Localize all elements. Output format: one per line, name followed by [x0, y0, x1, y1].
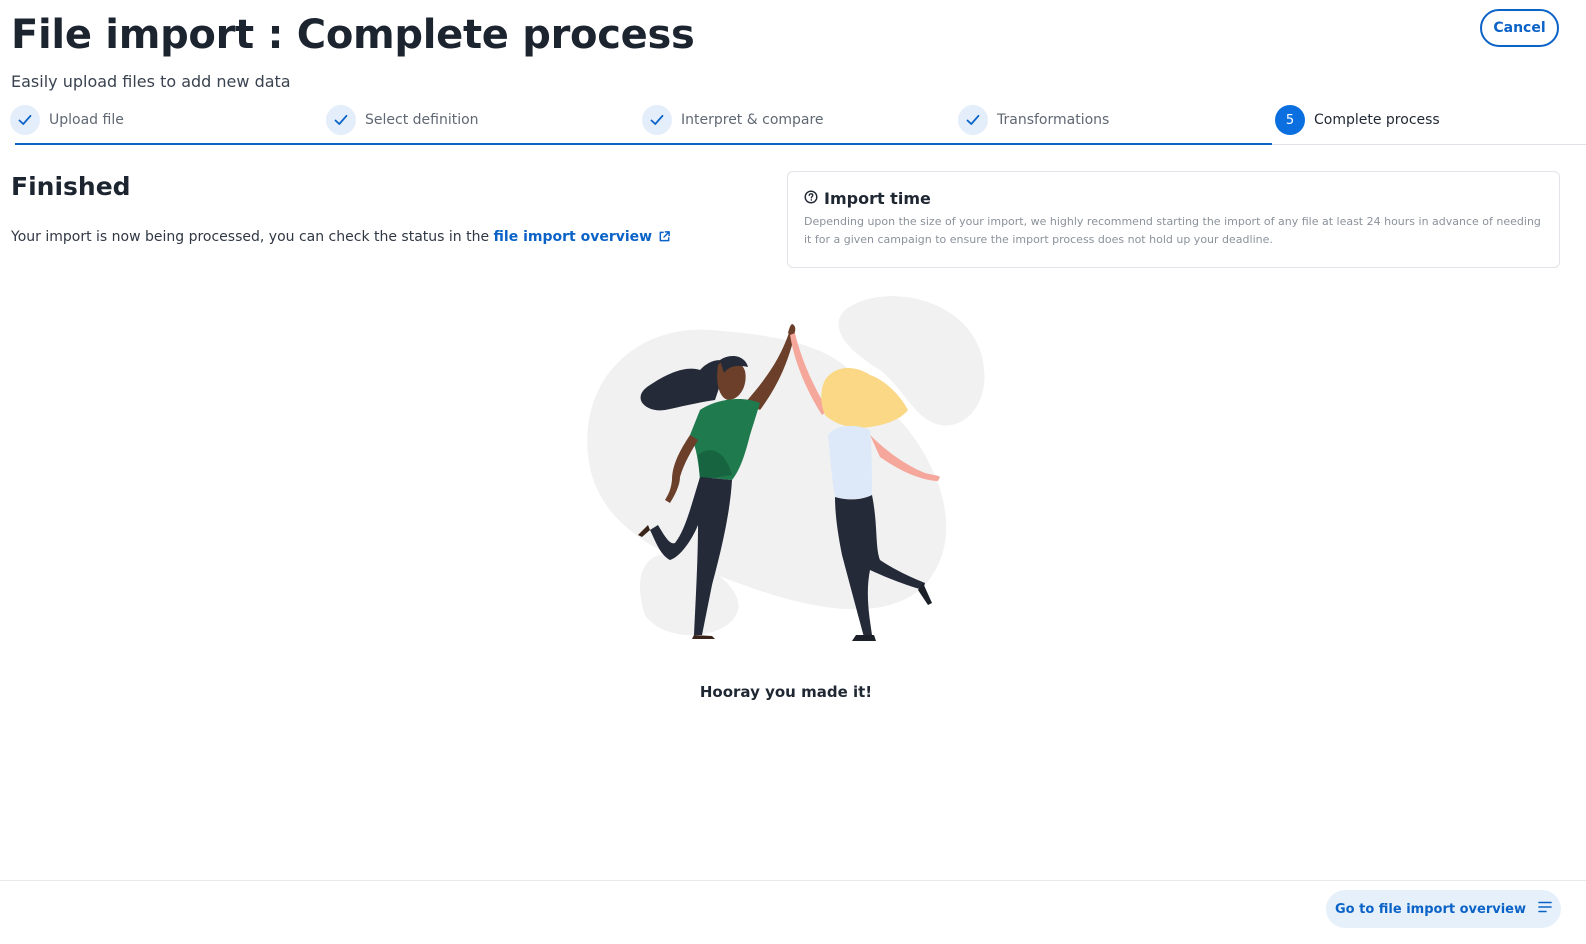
info-card-body: Depending upon the size of your import, … [804, 215, 1541, 246]
step-label: Upload file [49, 112, 124, 128]
step-label: Complete process [1314, 112, 1440, 128]
page-subtitle: Easily upload files to add new data [11, 72, 291, 91]
check-icon [642, 105, 672, 135]
step-number-badge: 5 [1275, 105, 1305, 135]
go-to-file-import-overview-button[interactable]: Go to file import overview [1326, 890, 1561, 928]
step-select-definition[interactable]: Select definition [326, 104, 479, 136]
check-icon [958, 105, 988, 135]
list-icon [1538, 901, 1552, 917]
status-message: Your import is now being processed, you … [11, 229, 671, 247]
link-label: file import overview [493, 229, 653, 245]
file-import-overview-link[interactable]: file import overview [494, 229, 672, 245]
check-icon [10, 105, 40, 135]
cancel-button[interactable]: Cancel [1480, 9, 1559, 47]
finished-heading: Finished [11, 172, 131, 201]
stepper-progress-bar [15, 143, 1272, 145]
high-five-illustration [580, 285, 1000, 655]
check-icon [326, 105, 356, 135]
question-circle-icon [804, 189, 818, 208]
progress-stepper: Upload file Select definition Interpret … [0, 100, 1586, 148]
step-interpret-compare[interactable]: Interpret & compare [642, 104, 824, 136]
step-upload-file[interactable]: Upload file [10, 104, 124, 136]
page-title: File import : Complete process [11, 12, 695, 58]
success-caption: Hooray you made it! [699, 683, 873, 701]
step-label: Interpret & compare [681, 112, 824, 128]
step-transformations[interactable]: Transformations [958, 104, 1109, 136]
step-label: Select definition [365, 112, 479, 128]
footer-divider [0, 880, 1586, 881]
import-time-card: Import time Depending upon the size of y… [787, 171, 1560, 268]
info-card-header: Import time [804, 189, 931, 208]
status-message-text: Your import is now being processed, you … [11, 229, 490, 245]
step-label: Transformations [997, 112, 1110, 128]
external-link-icon [658, 230, 671, 247]
right-person-shirt [828, 425, 872, 500]
footer-button-label: Go to file import overview [1334, 901, 1526, 917]
info-card-title: Import time [824, 189, 931, 208]
step-complete-process[interactable]: 5 Complete process [1275, 104, 1440, 136]
